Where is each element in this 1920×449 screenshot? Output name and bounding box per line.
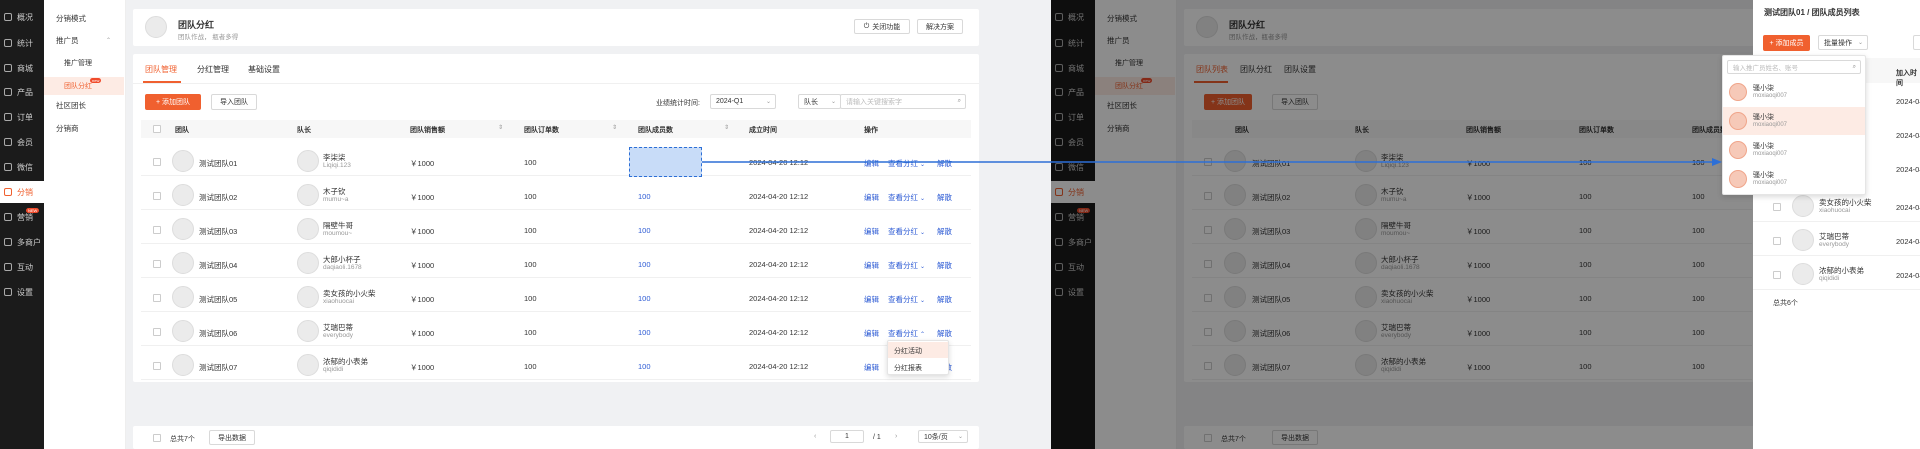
annotation-arrow — [702, 158, 1722, 166]
arrow-head-icon — [1712, 158, 1722, 166]
